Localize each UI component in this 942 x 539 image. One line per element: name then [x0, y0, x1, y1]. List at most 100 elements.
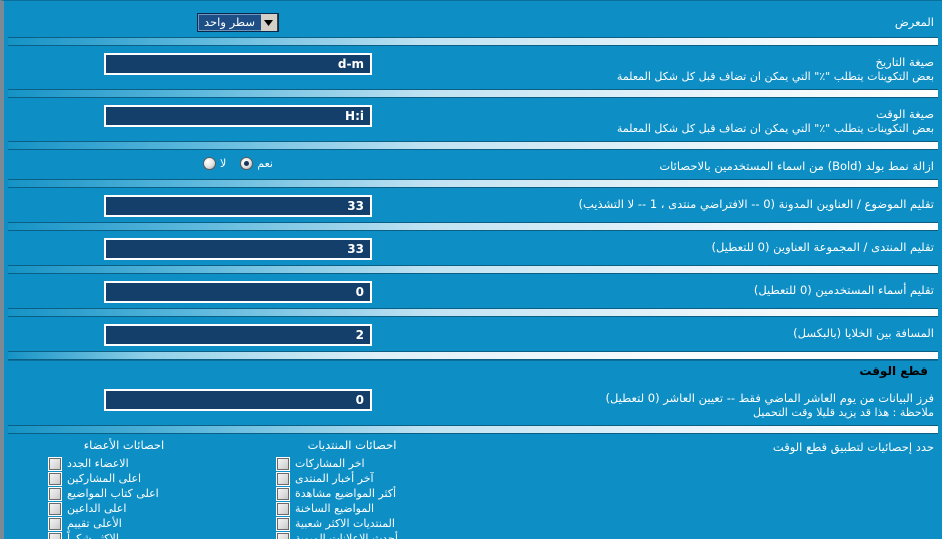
row-bold-removal-control: نعم لا [10, 155, 466, 170]
separator-2 [8, 89, 938, 98]
checkbox-label: اعلى المشاركين [67, 472, 142, 485]
checkbox-label: الاعضاء الجدد [67, 457, 129, 470]
row-display-control: سطر واحد [10, 11, 466, 32]
checkbox-icon-top-referrers[interactable] [49, 502, 61, 515]
checkbox-row[interactable]: اعلى كتاب المواضيع [49, 487, 159, 500]
checkbox-label: المنتديات الاكثر شعبية [295, 517, 395, 530]
checkbox-icon-most-viewed[interactable] [277, 487, 289, 500]
checkbox-label: اخر المشاركات [295, 457, 365, 470]
checkbox-label: الاكثر شكراً [67, 532, 119, 539]
checkbox-icon-popular-forums[interactable] [277, 517, 289, 530]
row-trim-topic: تقليم الموضوع / العناوين المدونة (0 -- ا… [4, 188, 942, 222]
checkbox-label: الأعلى تقييم [67, 517, 122, 530]
checkbox-row[interactable]: أكثر المواضيع مشاهدة [277, 487, 396, 500]
separator-3 [8, 141, 938, 150]
checkbox-label: اعلى الداعين [67, 502, 127, 515]
radio-option-no[interactable]: لا [203, 157, 226, 170]
row-trim-usernames-control [10, 279, 466, 303]
separator-6 [8, 265, 938, 274]
checkbox-label: آخر أخبار المنتدى [295, 472, 374, 485]
separator-4 [8, 179, 938, 188]
checkbox-row[interactable]: اعلى الداعين [49, 502, 126, 515]
time-cut-sort-input[interactable] [104, 389, 372, 411]
row-trim-forum: تقليم المنتدى / المجموعة العناوين (0 للت… [4, 231, 942, 265]
cell-spacing-input[interactable] [104, 324, 372, 346]
separator-7 [8, 308, 938, 317]
checkbox-label: اعلى كتاب المواضيع [67, 487, 159, 500]
checkbox-icon-most-thanked[interactable] [49, 532, 61, 539]
checkbox-icon-top-posters[interactable] [49, 472, 61, 485]
row-trim-forum-control [10, 236, 466, 260]
row-cell-spacing-control [10, 322, 466, 346]
row-display-label: المعرض [894, 15, 934, 29]
checkbox-column-member-stats: احصائات الأعضاء الاعضاء الجدد اعلى المشا… [49, 438, 199, 539]
row-bold-removal-label: ازالة نمط بولد (Bold) من اسماء المستخدمي… [659, 159, 934, 173]
radio-label-yes: نعم [257, 157, 273, 170]
time-format-desc: بعض التكوينات يتطلب "٪" التي يمكن ان تضا… [616, 122, 934, 135]
checkbox-row[interactable]: المنتديات الاكثر شعبية [277, 517, 395, 530]
row-date-format: صيغة التاريخ بعض التكوينات يتطلب "٪" الت… [4, 46, 942, 89]
time-cut-sort-title: فرز البيانات من يوم العاشر الماضي فقط --… [605, 391, 934, 405]
chevron-down-icon[interactable] [260, 14, 278, 31]
row-display: المعرض سطر واحد [4, 6, 942, 37]
checkbox-icon-new-members[interactable] [49, 457, 61, 470]
date-format-input[interactable] [104, 53, 372, 75]
checkbox-row[interactable]: الاعضاء الجدد [49, 457, 129, 470]
time-format-title: صيغة الوقت [875, 107, 934, 121]
checkbox-row[interactable]: الأعلى تقييم [49, 517, 122, 530]
row-bold-removal: ازالة نمط بولد (Bold) من اسماء المستخدمي… [4, 150, 942, 179]
checkbox-row[interactable]: الاكثر شكراً [49, 532, 119, 539]
trim-forum-input[interactable] [104, 238, 372, 260]
checkbox-label: أكثر المواضيع مشاهدة [295, 487, 397, 500]
checkbox-icon-top-thread-starters[interactable] [49, 487, 61, 500]
row-trim-topic-control [10, 193, 466, 217]
row-date-format-label: صيغة التاريخ بعض التكوينات يتطلب "٪" الت… [466, 51, 934, 84]
checkbox-row[interactable]: اعلى المشاركين [49, 472, 141, 485]
checkbox-icon-hot-topics[interactable] [277, 502, 289, 515]
radio-icon-yes[interactable] [240, 157, 254, 170]
trim-usernames-input[interactable] [104, 281, 372, 303]
row-trim-topic-label: تقليم الموضوع / العناوين المدونة (0 -- ا… [578, 197, 934, 211]
time-cut-sort-desc: ملاحظة : هذا قد يزيد قليلا وقت التحميل [753, 406, 934, 419]
checkbox-section-lead: حدد إحصائيات لتطبيق قطع الوقت [772, 440, 934, 454]
column-head-member-stats: احصائات الأعضاء [83, 438, 165, 452]
date-format-desc: بعض التكوينات يتطلب "٪" التي يمكن ان تضا… [616, 70, 934, 83]
row-date-format-control [10, 51, 466, 75]
checkbox-icon-forum-news[interactable] [277, 472, 289, 485]
time-format-input[interactable] [104, 105, 372, 127]
settings-page: المعرض سطر واحد صيغة التاريخ بعض التكوين… [4, 1, 942, 539]
section-header-time-cut: قطع الوقت [8, 360, 938, 382]
radio-option-yes[interactable]: نعم [240, 157, 273, 170]
checkbox-columns: احصائات المنتديات اخر المشاركات آخر أخبا… [10, 438, 466, 539]
checkbox-row[interactable]: المواضيع الساخنة [277, 502, 374, 515]
checkbox-label: أحدث الإعلانات المبوبة [295, 532, 398, 539]
row-cell-spacing-label: المسافة بين الخلايا (بالبكسل) [793, 326, 934, 340]
row-cell-spacing: المسافة بين الخلايا (بالبكسل) [4, 317, 942, 351]
separator-1 [8, 37, 938, 46]
row-time-format-label: صيغة الوقت بعض التكوينات يتطلب "٪" التي … [466, 103, 934, 136]
display-mode-value: سطر واحد [204, 15, 255, 29]
trim-topic-input[interactable] [104, 195, 372, 217]
date-format-title: صيغة التاريخ [875, 55, 934, 69]
checkbox-label: المواضيع الساخنة [295, 502, 375, 515]
checkbox-column-forum-stats: احصائات المنتديات اخر المشاركات آخر أخبا… [277, 438, 427, 539]
separator-5 [8, 222, 938, 231]
bold-removal-radio-group: نعم لا [203, 157, 273, 170]
checkbox-row[interactable]: أحدث الإعلانات المبوبة [277, 532, 398, 539]
radio-icon-no[interactable] [203, 157, 217, 170]
display-mode-select[interactable]: سطر واحد [197, 13, 279, 32]
checkbox-row[interactable]: آخر أخبار المنتدى [277, 472, 374, 485]
checkbox-icon-latest-posts[interactable] [277, 457, 289, 470]
checkbox-row[interactable]: اخر المشاركات [277, 457, 365, 470]
row-time-format: صيغة الوقت بعض التكوينات يتطلب "٪" التي … [4, 98, 942, 141]
checkbox-icon-classifieds[interactable] [277, 532, 289, 539]
row-time-cut-sort-label: فرز البيانات من يوم العاشر الماضي فقط --… [466, 387, 934, 420]
row-trim-usernames: تقليم أسماء المستخدمين (0 للتعطيل) [4, 274, 942, 308]
checkbox-icon-top-rated[interactable] [49, 517, 61, 530]
row-time-cut-sort-control [10, 387, 466, 411]
column-head-forum-stats: احصائات المنتديات [307, 438, 397, 452]
row-time-cut-sort: فرز البيانات من يوم العاشر الماضي فقط --… [4, 382, 942, 425]
separator-9 [8, 425, 938, 434]
separator-8 [8, 351, 938, 360]
time-cut-checkbox-section: حدد إحصائيات لتطبيق قطع الوقت احصائات ال… [4, 434, 942, 539]
